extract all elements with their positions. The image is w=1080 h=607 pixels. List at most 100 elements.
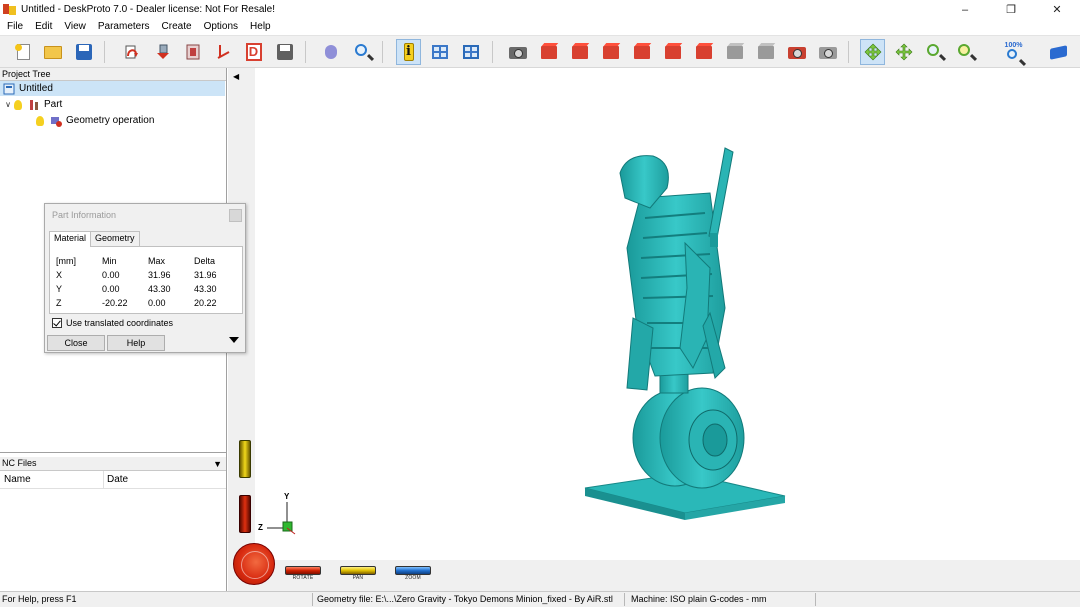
preview-button[interactable] bbox=[350, 39, 375, 65]
zoom-window-button[interactable] bbox=[953, 39, 978, 65]
menu-file[interactable]: File bbox=[1, 19, 29, 35]
view-iso1-button[interactable] bbox=[722, 39, 747, 65]
view-bottom-icon bbox=[694, 42, 714, 62]
header-min: Min bbox=[102, 256, 117, 266]
operation-button[interactable] bbox=[318, 39, 343, 65]
tab-material[interactable]: Material bbox=[49, 231, 92, 247]
tree-item-project[interactable]: Untitled bbox=[0, 81, 225, 96]
column-date[interactable]: Date bbox=[107, 474, 128, 485]
menu-parameters[interactable]: Parameters bbox=[92, 19, 156, 35]
translated-coordinates-option[interactable]: Use translated coordinates bbox=[52, 318, 173, 328]
dialog-title-text: Part Information bbox=[52, 210, 117, 220]
preview-icon bbox=[353, 42, 373, 62]
pan-control[interactable]: PAN bbox=[339, 566, 377, 582]
nc-files-header[interactable]: NC Files ▼ bbox=[0, 457, 226, 471]
zoom-mode-button[interactable] bbox=[922, 39, 947, 65]
row-y-delta: 43.30 bbox=[194, 284, 217, 294]
minimize-button[interactable]: – bbox=[942, 0, 988, 19]
camera-grey-button[interactable] bbox=[815, 39, 840, 65]
menu-bar: File Edit View Parameters Create Options… bbox=[0, 19, 1080, 35]
camera-red-icon bbox=[787, 42, 807, 62]
zoom-slider[interactable] bbox=[395, 566, 431, 575]
part-rotate-button[interactable] bbox=[118, 39, 143, 65]
dtool-button[interactable]: D bbox=[241, 39, 266, 65]
rotate-mode-button[interactable] bbox=[860, 39, 885, 65]
zoom-gauge[interactable] bbox=[239, 440, 251, 478]
menu-view[interactable]: View bbox=[58, 19, 92, 35]
row-x-min: 0.00 bbox=[102, 270, 120, 280]
part-scale-button[interactable] bbox=[180, 39, 205, 65]
dropdown-arrow-icon[interactable]: ▼ bbox=[213, 458, 222, 471]
dialog-close-icon[interactable] bbox=[229, 209, 242, 222]
part-move-button[interactable] bbox=[150, 39, 175, 65]
tree-item-part[interactable]: ∨ Part bbox=[0, 97, 62, 112]
view-top-button[interactable] bbox=[660, 39, 685, 65]
row-z-min: -20.22 bbox=[102, 298, 128, 308]
view-settings-button[interactable] bbox=[458, 39, 483, 65]
part-information-dialog: Part Information Material Geometry [mm] … bbox=[44, 203, 246, 353]
translated-coordinates-checkbox[interactable] bbox=[52, 318, 62, 328]
part-rotate-icon bbox=[121, 42, 141, 62]
save-nc-button[interactable] bbox=[272, 39, 297, 65]
view-iso2-icon bbox=[756, 42, 776, 62]
axis-y-label: Y bbox=[284, 492, 290, 501]
row-z-max: 0.00 bbox=[148, 298, 166, 308]
help-book-icon bbox=[1048, 42, 1068, 62]
restore-button[interactable]: ❐ bbox=[988, 0, 1034, 19]
view-bottom-button[interactable] bbox=[691, 39, 716, 65]
help-button[interactable] bbox=[1045, 39, 1070, 65]
zoom-window-icon bbox=[956, 42, 976, 62]
rotate-gauge[interactable] bbox=[239, 495, 251, 533]
tree-item-geometry-operation[interactable]: Geometry operation bbox=[0, 113, 154, 128]
rotate-control[interactable]: ROTATE bbox=[284, 566, 322, 582]
lightbulb-icon[interactable] bbox=[36, 115, 44, 126]
view-left-button[interactable] bbox=[598, 39, 623, 65]
3d-view-canvas[interactable] bbox=[255, 68, 1080, 560]
camera-icon bbox=[508, 42, 528, 62]
row-z-axis: Z bbox=[56, 298, 62, 308]
view-right-button[interactable] bbox=[629, 39, 654, 65]
camera-red-button[interactable] bbox=[784, 39, 809, 65]
rotate-wheel[interactable] bbox=[233, 543, 275, 585]
zoom-100-label: 100% bbox=[1004, 42, 1023, 49]
nc-files-panel: NC Files ▼ Name Date bbox=[0, 457, 226, 591]
save-icon bbox=[74, 42, 94, 62]
chevron-down-icon[interactable]: ∨ bbox=[2, 100, 14, 109]
pan-mode-button[interactable] bbox=[891, 39, 916, 65]
view-iso1-icon bbox=[725, 42, 745, 62]
help-dialog-button[interactable]: Help bbox=[107, 335, 165, 351]
view-top-icon bbox=[663, 42, 683, 62]
app-logo-icon bbox=[3, 3, 17, 17]
window-layout-button[interactable] bbox=[427, 39, 452, 65]
menu-options[interactable]: Options bbox=[198, 19, 244, 35]
part-info-button[interactable]: i bbox=[396, 39, 421, 65]
row-x-axis: X bbox=[56, 270, 63, 280]
lightbulb-icon[interactable] bbox=[14, 99, 22, 110]
menu-edit[interactable]: Edit bbox=[29, 19, 58, 35]
menu-create[interactable]: Create bbox=[156, 19, 198, 35]
3d-viewport[interactable]: ◀ Y Z ROTATE PAN ZOOM bbox=[228, 68, 1080, 591]
new-project-button[interactable] bbox=[10, 39, 35, 65]
part-mirror-button[interactable] bbox=[210, 39, 235, 65]
view-front-button[interactable] bbox=[536, 39, 561, 65]
expand-down-arrow-icon[interactable] bbox=[229, 337, 239, 343]
view-iso2-button[interactable] bbox=[753, 39, 778, 65]
view-back-button[interactable] bbox=[567, 39, 592, 65]
camera-grey-icon bbox=[818, 42, 838, 62]
collapse-left-arrow-icon[interactable]: ◀ bbox=[233, 72, 239, 81]
tab-geometry[interactable]: Geometry bbox=[90, 231, 140, 246]
project-icon bbox=[3, 83, 15, 95]
rotate-slider[interactable] bbox=[285, 566, 321, 575]
screenshot-button[interactable] bbox=[505, 39, 530, 65]
pan-slider[interactable] bbox=[340, 566, 376, 575]
zoom-100-button[interactable]: 100% bbox=[1000, 39, 1025, 65]
zoom-control[interactable]: ZOOM bbox=[394, 566, 432, 582]
open-project-button[interactable] bbox=[40, 39, 65, 65]
info-icon: i bbox=[399, 42, 419, 62]
save-project-button[interactable] bbox=[71, 39, 96, 65]
column-name[interactable]: Name bbox=[4, 474, 31, 485]
zoom-100-icon: 100% bbox=[1003, 42, 1023, 62]
close-button[interactable]: ✕ bbox=[1034, 0, 1080, 19]
menu-help[interactable]: Help bbox=[244, 19, 277, 35]
close-dialog-button[interactable]: Close bbox=[47, 335, 105, 351]
